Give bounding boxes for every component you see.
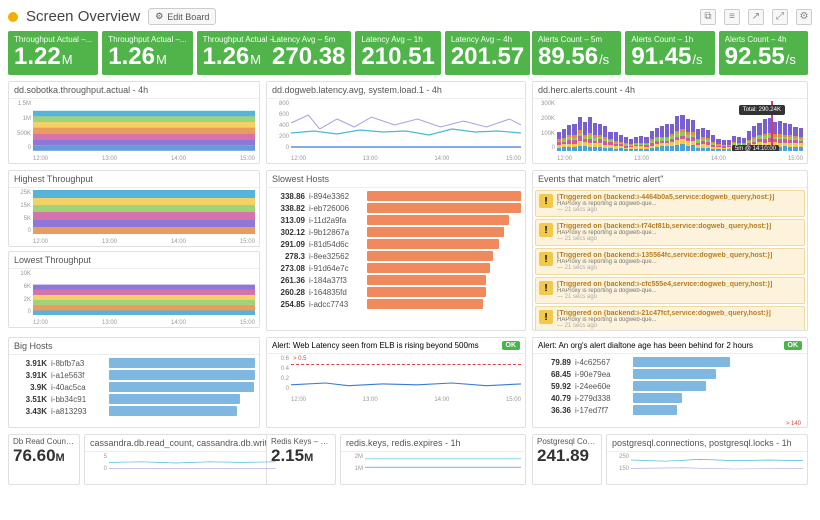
threshold-label: > 140	[786, 421, 801, 427]
snapshot-icon[interactable]: ⧉	[700, 9, 716, 25]
throughput-chart-panel[interactable]: dd.sobotka.throughput.actual - 4h 1.5M1M…	[8, 81, 260, 164]
event-row[interactable]: ![Triggered on {backend:i-cfc555e4,servi…	[535, 277, 805, 304]
warning-icon: !	[539, 223, 553, 237]
pg-chart[interactable]: postgresql.connections, postgresql.locks…	[606, 434, 808, 485]
host-row[interactable]: 260.28i-164835fd	[271, 287, 521, 297]
y-axis: 25K15K5K0	[11, 190, 31, 234]
host-row[interactable]: 3.9Ki-40ac5ca	[13, 382, 255, 392]
chart-tooltip: Total: 290.24K	[739, 105, 785, 115]
alert-dialtone-panel[interactable]: Alert: An org's alert dialtone age has b…	[532, 337, 808, 428]
lowest-throughput-panel[interactable]: Lowest Throughput 10K6K2K0 12:0013:0014:…	[8, 251, 260, 328]
tile-throughput-1h[interactable]: Throughput Actual –...1.26M	[102, 31, 192, 75]
share-icon[interactable]: ↗	[748, 9, 764, 25]
tile-throughput-5m[interactable]: Throughput Actual –...1.22M	[8, 31, 98, 75]
x-axis: 12:0013:0014:0015:00	[33, 320, 255, 326]
event-row[interactable]: ![Triggered on {backend:i-135564fc,servi…	[535, 248, 805, 275]
event-row[interactable]: ![Triggered on {backend:i-f74cf81b,servi…	[535, 219, 805, 246]
chart-tooltip-time: 5m @ 14:10:00	[732, 145, 779, 151]
host-row[interactable]: 254.85i-adcc7743	[271, 299, 521, 309]
warning-icon: !	[539, 281, 553, 295]
alerts-chart-panel[interactable]: dd.herc.alerts.count - 4h 300K200K100K0 …	[532, 81, 808, 164]
host-row[interactable]: 273.08i-91d64e7c	[271, 263, 521, 273]
host-row[interactable]: 79.89i-4c62567	[537, 357, 803, 367]
y-axis: 300K200K100K0	[535, 101, 555, 151]
slowest-hosts-panel[interactable]: Slowest Hosts 338.86i-894e3362 338.82i-eb…	[266, 170, 526, 331]
lowest-title: Lowest Throughput	[9, 252, 259, 269]
x-axis: 12:0013:0014:0015:00	[291, 156, 521, 162]
latency-chart-title: dd.dogweb.latency.avg, system.load.1 - 4…	[267, 82, 525, 99]
settings-icon[interactable]: ⚙	[796, 9, 812, 25]
top-bar: Screen Overview ⚙ Edit Board ⧉ ≡ ↗ ⤢ ⚙	[8, 8, 812, 25]
host-row[interactable]: 40.79i-279d338	[537, 393, 803, 403]
host-row[interactable]: 3.51Ki-bb34c91	[13, 394, 255, 404]
events-title: Events that match "metric alert"	[533, 171, 807, 188]
alert-latency-panel[interactable]: Alert: Web Latency seen from ELB is risi…	[266, 337, 526, 428]
fullscreen-icon[interactable]: ⤢	[772, 9, 788, 25]
alert-latency-title: Alert: Web Latency seen from ELB is risi…	[272, 341, 479, 350]
y-axis: 10K6K2K0	[11, 271, 31, 315]
pg-connect-tile[interactable]: Postgresql Connect...241.89	[532, 434, 602, 485]
page-title: Screen Overview	[26, 8, 140, 25]
tile-latency-4h[interactable]: Latency Avg – 4h201.57	[445, 31, 530, 75]
alert-dialtone-title: Alert: An org's alert dialtone age has b…	[538, 341, 753, 350]
big-hosts-title: Big Hosts	[9, 338, 259, 355]
x-axis: 12:0013:0014:0015:00	[291, 397, 521, 403]
events-panel[interactable]: Events that match "metric alert" ![Trigg…	[532, 170, 808, 331]
highest-throughput-panel[interactable]: Highest Throughput 25K15K5K0 12:0013:001…	[8, 170, 260, 247]
throughput-tiles: Throughput Actual –...1.22M Throughput A…	[8, 31, 260, 75]
alerts-tiles: Alerts Count – 5m89.56/s Alerts Count – …	[532, 31, 808, 75]
x-axis: 12:0013:0014:0015:00	[33, 156, 255, 162]
host-row[interactable]: 302.12i-9b12867a	[271, 227, 521, 237]
y-axis: 8006004002000	[269, 101, 289, 151]
tile-latency-1h[interactable]: Latency Avg – 1h210.51	[355, 31, 440, 75]
throughput-chart-title: dd.sobotka.throughput.actual - 4h	[9, 82, 259, 99]
gear-icon: ⚙	[155, 11, 163, 22]
status-badge: OK	[502, 341, 521, 350]
host-row[interactable]: 3.43Ki-a813293	[13, 406, 255, 416]
status-badge: OK	[784, 341, 803, 350]
big-hosts-panel[interactable]: Big Hosts 3.91Ki-8bfb7a3 3.91Ki-a1e563f 3.…	[8, 337, 260, 428]
latency-tiles: Latency Avg – 5m270.38 Latency Avg – 1h2…	[266, 31, 526, 75]
warning-icon: !	[539, 310, 553, 324]
status-dot-icon	[8, 12, 18, 22]
edit-board-label: Edit Board	[167, 12, 209, 22]
redis-chart[interactable]: redis.keys, redis.expires - 1h2M1M	[340, 434, 526, 485]
tile-latency-5m[interactable]: Latency Avg – 5m270.38	[266, 31, 351, 75]
host-row[interactable]: 68.45i-90e79ea	[537, 369, 803, 379]
event-row[interactable]: ![Triggered on {backend:i-4464b0a5,servi…	[535, 190, 805, 217]
edit-board-button[interactable]: ⚙ Edit Board	[148, 8, 216, 25]
db-read-tile[interactable]: Db Read Count – 5m76.60M	[8, 434, 80, 485]
host-row[interactable]: 36.36i-17ed7f7	[537, 405, 803, 415]
y-axis: 0.60.40.20	[269, 356, 289, 392]
host-row[interactable]: 338.86i-894e3362	[271, 191, 521, 201]
latency-chart-panel[interactable]: dd.dogweb.latency.avg, system.load.1 - 4…	[266, 81, 526, 164]
cassandra-chart[interactable]: cassandra.db.read_count, cassandra.db.wr…	[84, 434, 281, 485]
alerts-chart-title: dd.herc.alerts.count - 4h	[533, 82, 807, 99]
warning-icon: !	[539, 194, 553, 208]
event-row[interactable]: ![Triggered on {backend:i-21c47fcf,servi…	[535, 306, 805, 330]
x-axis: 12:0013:0014:0015:00	[33, 239, 255, 245]
tile-alerts-1h[interactable]: Alerts Count – 1h91.45/s	[625, 31, 714, 75]
x-axis: 12:0013:0014:0015:00	[557, 156, 803, 162]
highest-title: Highest Throughput	[9, 171, 259, 188]
graph-icon[interactable]: ≡	[724, 9, 740, 25]
tile-alerts-5m[interactable]: Alerts Count – 5m89.56/s	[532, 31, 621, 75]
host-row[interactable]: 3.91Ki-a1e563f	[13, 370, 255, 380]
host-row[interactable]: 313.09i-11d2a9fa	[271, 215, 521, 225]
host-row[interactable]: 278.3i-8ee32562	[271, 251, 521, 261]
host-row[interactable]: 261.36i-184a37f3	[271, 275, 521, 285]
warning-icon: !	[539, 252, 553, 266]
host-row[interactable]: 291.09i-81d54d6c	[271, 239, 521, 249]
slowest-title: Slowest Hosts	[267, 171, 525, 188]
host-row[interactable]: 59.92i-24ee60e	[537, 381, 803, 391]
tile-alerts-4h[interactable]: Alerts Count – 4h92.55/s	[719, 31, 808, 75]
y-axis: 1.5M1M500K0	[11, 101, 31, 151]
host-row[interactable]: 338.82i-eb726006	[271, 203, 521, 213]
host-row[interactable]: 3.91Ki-8bfb7a3	[13, 358, 255, 368]
